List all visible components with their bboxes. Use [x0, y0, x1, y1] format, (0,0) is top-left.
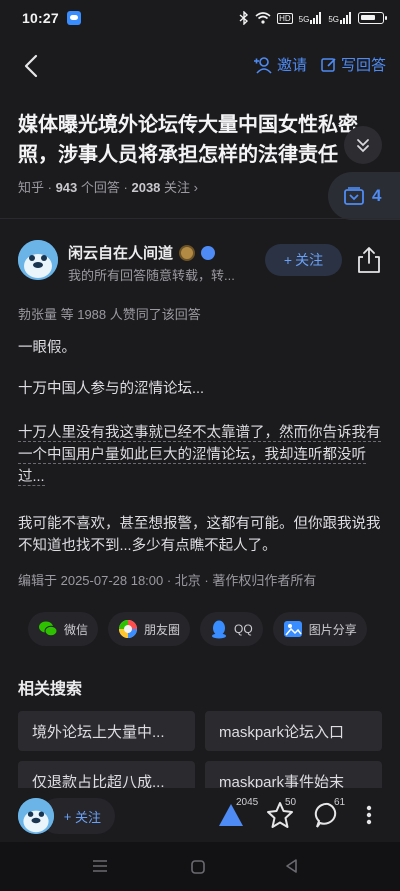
divider [0, 218, 400, 219]
wechat-icon [39, 621, 58, 637]
share-row: 微信 朋友圈 QQ 图片分享 [28, 612, 378, 648]
top-nav: 邀请 写回答 [0, 44, 400, 86]
moments-icon [119, 620, 138, 638]
answer-paragraph: 十万中国人参与的涩情论坛... [18, 381, 205, 397]
question-title-line-1: 媒体曝光境外论坛传大量中国女性私密 [18, 114, 358, 136]
signal-icon: 5G [299, 12, 323, 24]
back-arrow-icon[interactable] [18, 52, 46, 80]
edit-icon [321, 57, 336, 72]
wechat-label: 微信 [64, 622, 89, 637]
share-wechat-button[interactable]: 微信 [28, 612, 99, 646]
collection-count: 4 [372, 186, 382, 205]
follow-button[interactable]: + 关注 [265, 244, 342, 276]
top-actions: 邀请 写回答 [253, 54, 386, 75]
bottom-action-bar: + 关注 2045 50 61 [0, 788, 400, 842]
status-time: 10:27 [22, 10, 59, 26]
image-share-icon [283, 621, 302, 637]
answer-paragraph: 我可能不喜欢，甚至想报警，这都有可能。但你跟我说我不知道也找不到...多少有点瞧… [18, 516, 381, 554]
author-row: 闲云自在人间道 我的所有回答随意转载，转... + 关注 [18, 240, 388, 284]
likers-text[interactable]: 勃张量 等 1988 人赞同了该回答 [18, 304, 201, 323]
signal-1-label: 5G [298, 15, 310, 24]
bottom-author-avatar[interactable] [18, 798, 54, 834]
question-title-line-2: 照，涉事人员将承担怎样的法律责任 [18, 144, 338, 166]
collection-tab[interactable]: 4 [328, 172, 400, 220]
share-moments-button[interactable]: 朋友圈 [108, 612, 191, 646]
back-nav-icon[interactable] [284, 858, 300, 874]
battery-icon [358, 12, 387, 24]
follow-label: 关注 [295, 252, 324, 268]
author-name[interactable]: 闲云自在人间道 [68, 242, 216, 263]
bluetooth-icon [239, 11, 249, 25]
follow-count-label: 关注 [164, 180, 191, 195]
network-label: HD [277, 12, 293, 24]
related-search-item[interactable]: 境外论坛上大量中... [18, 711, 195, 751]
author-bio: 我的所有回答随意转载，转... [68, 268, 235, 283]
share-qq-button[interactable]: QQ [200, 612, 263, 646]
write-answer-label: 写回答 [340, 57, 386, 74]
related-search-label: 境外论坛上大量中... [32, 723, 165, 741]
verified-icon [201, 245, 216, 260]
comment-count: 61 [334, 797, 346, 808]
more-options-icon[interactable] [356, 800, 382, 830]
signal-2-label: 5G [328, 15, 339, 24]
source-label: 知乎 [18, 180, 45, 195]
share-icon[interactable] [356, 246, 382, 274]
related-searches-title: 相关搜索 [18, 681, 83, 698]
answer-paragraph: 一眼假。 [18, 340, 76, 356]
bottom-follow-label: 关注 [74, 809, 101, 825]
invite-button[interactable]: 邀请 [253, 54, 307, 75]
qq-label: QQ [234, 622, 253, 636]
question-title[interactable]: 媒体曝光境外论坛传大量中国女性私密 照，涉事人员将承担怎样的法律责任 [18, 110, 358, 170]
status-bar: 10:27 HD 5G 5G [0, 0, 400, 36]
edit-meta: 编辑于 2025-07-28 18:00 · 北京 · 著作权归作者所有 [18, 573, 317, 588]
qq-icon [212, 620, 227, 639]
collection-box-icon [344, 187, 364, 205]
collapse-button[interactable] [344, 126, 382, 164]
medal-icon [179, 244, 196, 261]
answer-paragraph-text: 十万人里没有我这事就已经不太靠谱了，然而你告诉我有一个中国用户量如此巨大的涩情论… [18, 425, 381, 486]
home-nav-icon[interactable] [190, 859, 206, 875]
question-meta[interactable]: 知乎 · 943 个回答 · 2038 关注 › [18, 177, 198, 196]
system-nav-bar [0, 842, 400, 891]
related-search-label: maskpark论坛入口 [219, 723, 345, 741]
write-answer-button[interactable]: 写回答 [321, 54, 386, 75]
related-search-item[interactable]: maskpark论坛入口 [205, 711, 382, 751]
wifi-icon [255, 12, 271, 24]
status-icons: HD 5G 5G [239, 11, 387, 25]
invite-label: 邀请 [276, 57, 307, 74]
answer-label: 个回答 [80, 180, 120, 195]
menu-nav-icon[interactable] [91, 859, 109, 873]
upvote-count: 2045 [236, 797, 259, 808]
favorite-count: 50 [285, 797, 297, 808]
plus-icon: + [283, 252, 293, 268]
app-notification-icon [66, 11, 81, 25]
image-share-label: 图片分享 [308, 622, 357, 637]
signal-2-icon: 5G [328, 12, 352, 24]
add-person-icon [253, 56, 272, 74]
author-name-label: 闲云自在人间道 [68, 245, 174, 262]
follow-count: 2038 [131, 180, 161, 195]
answer-paragraph: 十万人里没有我这事就已经不太靠谱了，然而你告诉我有一个中国用户量如此巨大的涩情论… [18, 422, 384, 488]
author-avatar[interactable] [18, 240, 58, 280]
double-chevron-down-icon [357, 139, 369, 153]
share-image-button[interactable]: 图片分享 [272, 612, 367, 646]
answer-count: 943 [55, 180, 78, 195]
moments-label: 朋友圈 [144, 622, 181, 637]
plus-icon: + [63, 808, 75, 824]
chevron-right-icon: › [193, 180, 199, 195]
